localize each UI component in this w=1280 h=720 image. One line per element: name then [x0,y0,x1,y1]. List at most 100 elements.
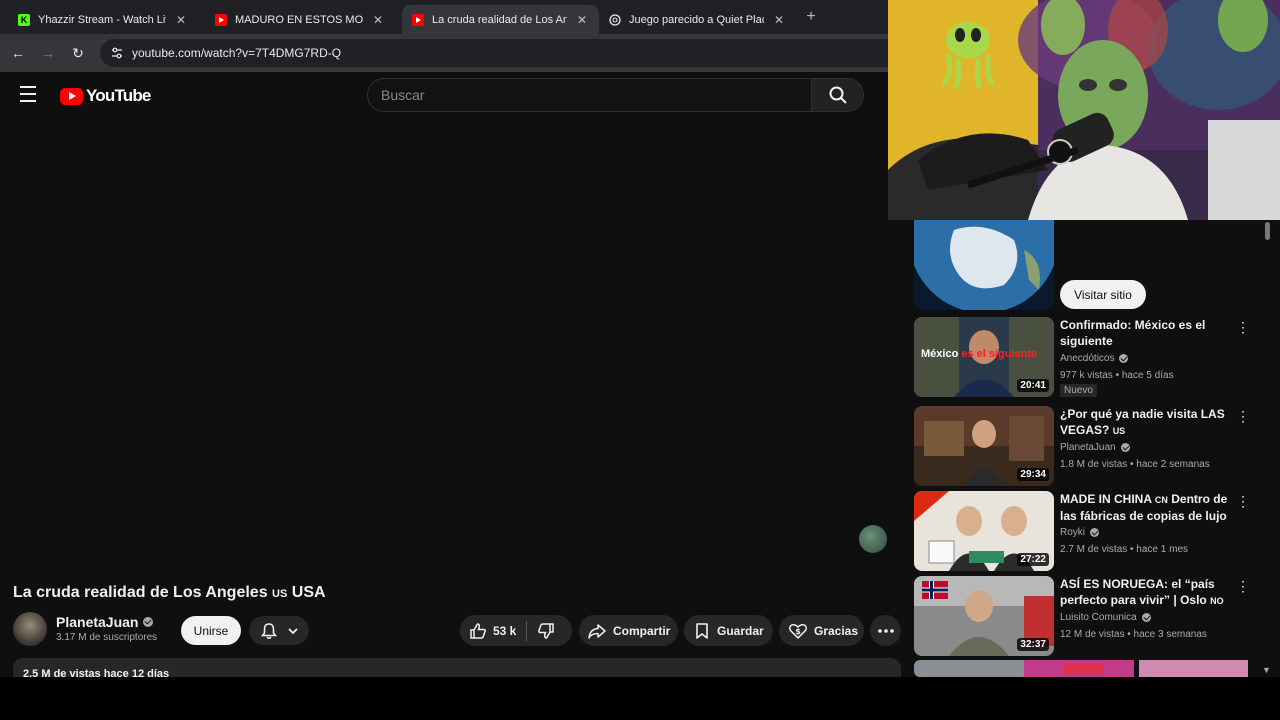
video-title[interactable]: ASÍ ES NORUEGA: el “país perfecto para v… [1060,576,1240,609]
video-title[interactable]: ¿Por qué ya nadie visita LAS VEGAS? US [1060,406,1240,439]
chevron-down-icon [287,627,298,634]
recommended-video[interactable]: 27:22 MADE IN CHINA CN Dentro de las fáb… [914,491,1254,571]
join-button[interactable]: Unirse [181,616,241,645]
chatgpt-icon [609,13,621,26]
video-meta: 977 k vistas • hace 5 días [1060,370,1174,381]
tab-title: La cruda realidad de Los Angeles [432,13,567,26]
recommended-video[interactable]: 29:34 ¿Por qué ya nadie visita LAS VEGAS… [914,406,1254,486]
tab-youtube-maduro[interactable]: MADURO EN ESTOS MOMENTOS ✕ [205,5,395,34]
share-icon [588,623,606,639]
flag-cn: CN [1154,495,1168,505]
subscriber-count: 3.17 M de suscriptores [56,632,158,643]
channel-name-text: Royki [1060,527,1086,538]
more-vert-icon[interactable]: ⋮ [1236,319,1250,335]
tab-chatgpt[interactable]: Juego parecido a Quiet Place ✕ [599,5,796,34]
recommended-video[interactable]: 32:37 ASÍ ES NORUEGA: el “país perfecto … [914,576,1254,656]
search-input[interactable]: Buscar [367,78,812,112]
more-actions-button[interactable] [870,615,901,646]
channel-name[interactable]: Luisito Comunica [1060,612,1151,623]
video-title-main: La cruda realidad de Los Angeles [13,584,268,601]
more-vert-icon[interactable]: ⋮ [1236,578,1250,594]
hamburger-menu-icon[interactable] [20,86,40,106]
earth-image [914,220,1054,310]
tab-youtube-los-angeles[interactable]: La cruda realidad de Los Angeles ✕ [402,5,599,34]
video-thumbnail[interactable]: México es el siguiente 20:41 [914,317,1054,397]
bell-icon [260,622,277,639]
video-title-text: MADE IN CHINA [1060,492,1152,506]
more-vert-icon[interactable]: ⋮ [1236,493,1250,509]
close-tab-icon[interactable]: ✕ [772,13,786,27]
youtube-icon [215,13,227,26]
video-thumbnail[interactable]: 32:37 [914,576,1054,656]
next-recommendations-partial[interactable] [914,660,1248,677]
duration-badge: 20:41 [1017,379,1049,392]
thanks-button[interactable]: $ Gracias [779,615,864,646]
recommended-video[interactable]: México es el siguiente 20:41 Confirmado:… [914,317,1254,397]
close-tab-icon[interactable]: ✕ [371,13,385,27]
scroll-down-arrow-icon[interactable]: ▼ [1262,665,1271,675]
video-title-text: ASÍ ES NORUEGA: el “país perfecto para v… [1060,577,1215,607]
end-screen-avatar[interactable] [859,525,887,553]
svg-text:$: $ [795,627,801,636]
video-title-tail: USA [291,584,326,601]
screen-bottom-bar [0,677,1280,720]
forward-button[interactable]: → [38,43,58,63]
channel-name-text: PlanetaJuan [1060,442,1116,453]
close-tab-icon[interactable]: ✕ [174,13,188,27]
bookmark-icon [696,622,708,639]
youtube-logo[interactable]: YouTube [60,86,151,106]
video-meta: 1.8 M de vistas • hace 2 semanas [1060,459,1210,470]
like-count: 53 k [493,623,517,638]
notifications-button[interactable] [249,616,309,645]
flag-us: US [1112,426,1126,436]
video-title-text: ¿Por qué ya nadie visita LAS VEGAS? [1060,407,1225,437]
new-tab-button[interactable]: + [803,8,819,26]
youtube-play-icon [60,87,83,105]
video-player[interactable] [0,120,888,575]
webcam-image [888,0,1280,220]
video-thumbnail[interactable]: 29:34 [914,406,1054,486]
new-badge: Nuevo [1060,384,1097,397]
video-thumbnail[interactable]: 27:22 [914,491,1054,571]
verified-icon [1141,613,1151,622]
more-vert-icon[interactable]: ⋮ [1236,408,1250,424]
save-label: Guardar [717,623,764,638]
streamer-webcam [888,0,1280,220]
save-button[interactable]: Guardar [684,615,773,646]
share-button[interactable]: Compartir [579,615,678,646]
duration-badge: 32:37 [1017,638,1049,651]
partial-thumbnails [914,660,1248,677]
site-settings-icon[interactable] [110,46,124,60]
like-button[interactable]: 53 k [460,622,516,640]
thumbnail-caption-a: México [921,348,959,360]
thumbs-up-icon [470,622,486,639]
like-dislike-group: 53 k [460,615,572,646]
channel-name[interactable]: PlanetaJuan [56,614,154,630]
channel-name[interactable]: PlanetaJuan [1060,442,1130,453]
close-tab-icon[interactable]: ✕ [575,13,589,27]
video-title[interactable]: Confirmado: México es el siguiente [1060,317,1240,349]
back-button[interactable]: ← [8,43,28,63]
channel-name[interactable]: Anecdóticos [1060,353,1129,364]
duration-badge: 27:22 [1017,553,1049,566]
kick-icon: K [18,13,30,26]
scrollbar-thumb[interactable] [1265,222,1270,240]
dislike-button[interactable] [537,622,555,640]
tab-kick-stream[interactable]: K Yhazzir Stream - Watch Live on ✕ [8,5,198,34]
ad-thumbnail[interactable] [914,220,1054,310]
verified-icon [143,617,154,627]
address-bar[interactable]: youtube.com/watch?v=7T4DMG7RD-Q [100,39,1020,67]
heart-dollar-icon: $ [789,623,807,639]
verified-icon [1119,354,1129,363]
thanks-label: Gracias [814,623,859,638]
search-button[interactable] [811,78,864,112]
channel-name[interactable]: Royki [1060,527,1100,538]
reload-button[interactable]: ↻ [68,43,88,63]
url-text: youtube.com/watch?v=7T4DMG7RD-Q [132,46,342,60]
channel-avatar[interactable] [13,612,47,646]
sidebar-scrollbar[interactable] [1262,220,1272,677]
thumbs-down-icon [538,622,555,639]
visit-site-button[interactable]: Visitar sitio [1060,280,1146,309]
video-title[interactable]: MADE IN CHINA CN Dentro de las fábricas … [1060,491,1240,524]
verified-icon [1090,528,1100,537]
